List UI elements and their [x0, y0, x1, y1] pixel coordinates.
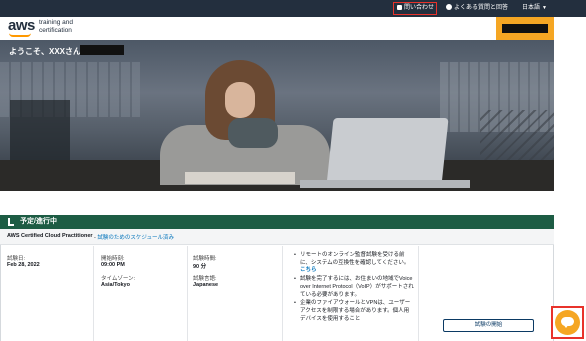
start-time-label: 開始時刻: [101, 256, 125, 262]
phone-icon [397, 5, 402, 10]
exam-language-value: Japanese [193, 282, 219, 288]
list-item: 企業のファイアウォールとVPNは、ユーザーアクセスを制限する場合があります。個人… [294, 300, 414, 323]
compatibility-link[interactable]: こちら [300, 267, 317, 273]
section-title: 予定/進行中 [20, 218, 57, 225]
list-item: リモートのオンライン監督試験を受ける前に、システムの互換性を確認してください。こ… [294, 252, 414, 275]
welcome-message: ようこそ、XXXさん [9, 47, 82, 56]
chevron-down-icon: ▼ [542, 5, 547, 11]
question-circle-icon [446, 4, 452, 10]
exam-status: - 試験のためのスケジュール済み [94, 235, 174, 241]
exam-date-label: 試験日: [7, 256, 26, 262]
language-label: 日本語 [522, 5, 541, 11]
timezone-label: タイムゾーン: [101, 276, 136, 282]
language-select[interactable]: 日本語 ▼ [522, 3, 547, 14]
redacted-username [502, 24, 548, 33]
start-time-value: 09:00 PM [101, 262, 125, 268]
aws-logo[interactable]: aws [8, 17, 35, 34]
chat-bubble-icon[interactable] [555, 310, 580, 335]
contact-label: 問い合わせ [404, 5, 435, 11]
timezone-value: Asia/Tokyo [101, 282, 130, 288]
requirements-list: リモートのオンライン監督試験を受ける前に、システムの互換性を確認してください。こ… [294, 252, 414, 324]
contact-button[interactable]: 問い合わせ [393, 2, 437, 15]
exam-date-value: Feb 28, 2022 [7, 262, 40, 268]
faq-link[interactable]: よくある質問と回答 [446, 3, 508, 14]
duration-value: 90 分 [193, 264, 207, 270]
hand-icon [8, 218, 14, 226]
redacted-name [80, 45, 124, 55]
logo-subtitle: training and certification [39, 19, 73, 34]
list-item: 試験を完了するには、お住まいの地域でVoice over Internet Pr… [294, 276, 414, 299]
faq-label: よくある質問と回答 [454, 5, 509, 11]
hero-banner: ようこそ、XXXさん [0, 40, 554, 191]
duration-label: 試験時間: [193, 256, 217, 262]
top-utility-bar: 問い合わせ よくある質問と回答 日本語 ▼ [0, 0, 586, 17]
aws-smile-icon [9, 33, 31, 37]
exam-language-label: 試験言語: [193, 276, 217, 282]
section-header-upcoming: 予定/進行中 [0, 215, 554, 229]
exam-name: AWS Certified Cloud Practitioner [7, 233, 93, 239]
start-exam-button[interactable]: 試験の開始 [443, 319, 534, 332]
